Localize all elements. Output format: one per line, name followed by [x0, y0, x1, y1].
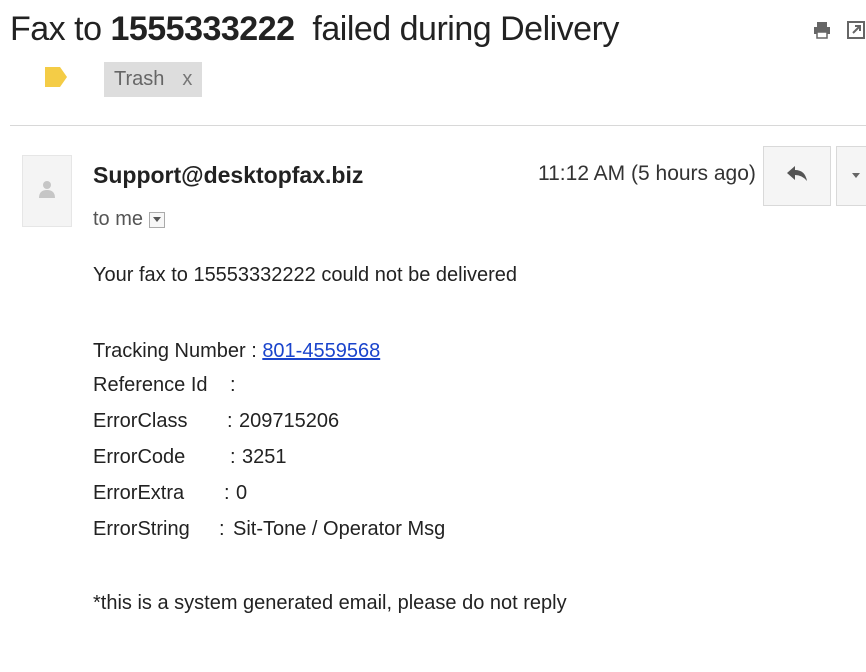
print-icon[interactable] — [812, 20, 832, 40]
field-key: ErrorString — [93, 518, 190, 540]
recipient-line: to me — [93, 208, 166, 231]
footer-note: *this is a system generated email, pleas… — [93, 592, 567, 614]
subject-suffix: failed during Delivery — [294, 10, 619, 48]
chevron-down-icon — [851, 167, 861, 185]
field-key: ErrorClass — [93, 410, 188, 432]
more-actions-button[interactable] — [836, 146, 866, 206]
header-divider — [10, 125, 866, 126]
message-timestamp: 11:12 AM (5 hours ago) — [538, 162, 756, 185]
field-key: Tracking Number — [93, 340, 246, 362]
reference-id-row: Reference Id : — [93, 374, 236, 397]
remove-label-button[interactable]: x — [182, 68, 192, 91]
field-separator: : — [224, 482, 230, 504]
error-class-row: ErrorClass : 209715206 — [93, 410, 339, 433]
tracking-number-link[interactable]: 801-4559568 — [262, 340, 380, 362]
field-value: 209715206 — [239, 410, 340, 432]
small-dropdown-icon[interactable] — [149, 211, 166, 228]
trash-label-text: Trash — [114, 68, 165, 90]
field-separator: : — [230, 374, 236, 396]
subject-fax-number: 1555333222 — [110, 10, 295, 48]
person-icon — [39, 180, 55, 203]
field-separator: : — [227, 410, 233, 432]
new-window-icon[interactable] — [846, 20, 866, 40]
trash-label-chip[interactable]: Trash x — [104, 62, 203, 97]
field-key: ErrorCode — [93, 446, 186, 468]
email-subject: Fax to 1555333222 failed during Delivery — [10, 10, 619, 49]
labels-row: Trash x — [44, 62, 203, 97]
message-intro: Your fax to 15553332222 could not be del… — [93, 264, 518, 286]
reply-button[interactable] — [763, 146, 831, 206]
field-separator: : — [219, 518, 225, 540]
field-key: Reference Id — [93, 374, 208, 396]
field-value: 0 — [236, 482, 248, 504]
error-string-row: ErrorString : Sit-Tone / Operator Msg — [93, 518, 445, 541]
sender-address[interactable]: Support@desktopfax.biz — [93, 162, 363, 189]
subject-prefix: Fax to — [10, 10, 111, 48]
field-key: ErrorExtra — [93, 482, 185, 504]
field-value: Sit-Tone / Operator Msg — [233, 518, 446, 540]
field-separator: : — [230, 446, 236, 468]
header-actions — [812, 20, 866, 40]
sender-avatar[interactable] — [22, 155, 72, 227]
error-code-row: ErrorCode : 3251 — [93, 446, 287, 469]
reply-icon — [785, 164, 809, 189]
error-extra-row: ErrorExtra : 0 — [93, 482, 247, 505]
tracking-number-row: Tracking Number : 801-4559568 — [93, 340, 380, 363]
recipient-text: to me — [93, 208, 144, 230]
field-value: 3251 — [242, 446, 287, 468]
label-tag-icon — [44, 66, 68, 93]
field-separator: : — [245, 340, 263, 362]
